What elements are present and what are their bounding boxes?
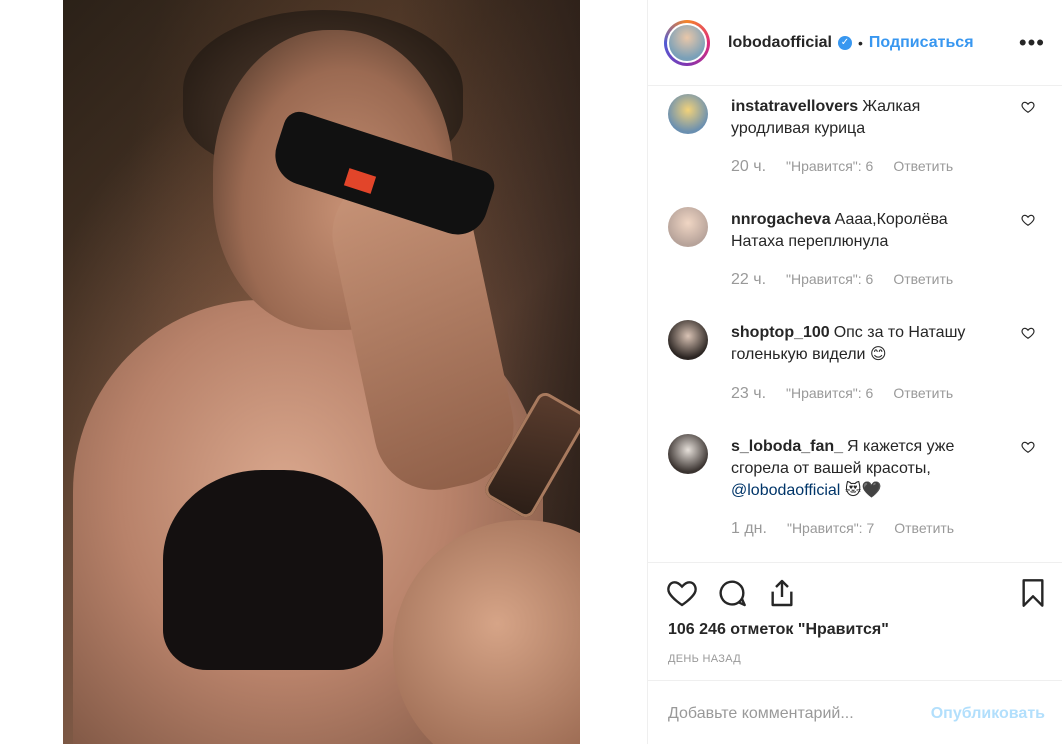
comment-input[interactable]: Добавьте комментарий... (668, 705, 854, 723)
comment-likes[interactable]: "Нравится": 6 (786, 271, 873, 289)
more-options-icon[interactable]: ••• (1019, 30, 1045, 56)
comment-avatar[interactable] (668, 320, 708, 360)
reply-button[interactable]: Ответить (893, 271, 953, 289)
comment-meta: 20 ч. "Нравится": 6 Ответить (731, 158, 953, 176)
like-comment-heart-icon[interactable] (1021, 440, 1035, 454)
comment-likes[interactable]: "Нравится": 6 (786, 158, 873, 176)
reply-button[interactable]: Ответить (893, 158, 953, 176)
post-actions-bar: 106 246 отметок "Нравится" ДЕНЬ НАЗАД (648, 562, 1062, 681)
post-side-panel: lobodaofficial ✓ • Подписаться ••• insta… (647, 0, 1062, 744)
author-avatar[interactable] (664, 19, 710, 66)
comment-meta: 1 дн. "Нравится": 7 Ответить (731, 520, 954, 538)
left-gutter (0, 0, 63, 744)
comment-text: nnrogacheva Аааа,Королёва Натаха переплюн… (731, 209, 1001, 253)
reply-button[interactable]: Ответить (893, 385, 953, 403)
like-heart-icon[interactable] (666, 577, 698, 609)
reply-button[interactable]: Ответить (894, 520, 954, 538)
like-comment-heart-icon[interactable] (1021, 100, 1035, 114)
comment-time[interactable]: 20 ч. (731, 158, 766, 176)
comment-username[interactable]: shoptop_100 (731, 324, 830, 341)
add-comment-bar: Добавьте комментарий... Опубликовать (648, 680, 1062, 744)
comment-meta: 23 ч. "Нравится": 6 Ответить (731, 385, 953, 403)
comment-avatar[interactable] (668, 207, 708, 247)
post-date[interactable]: ДЕНЬ НАЗАД (668, 653, 741, 665)
comment-likes[interactable]: "Нравится": 7 (787, 520, 874, 538)
share-icon[interactable] (766, 577, 798, 609)
verified-badge-icon: ✓ (838, 35, 852, 50)
comment-username[interactable]: instatravellovers (731, 98, 858, 115)
comments-list[interactable]: instatravellovers Жалкая уродливая курица… (648, 86, 1062, 562)
comment-text: instatravellovers Жалкая уродливая курица (731, 96, 1001, 140)
comment-text: s_loboda_fan_ Я кажется уже сгорела от ва… (731, 436, 1001, 502)
comment-avatar[interactable] (668, 94, 708, 134)
publish-button[interactable]: Опубликовать (931, 705, 1045, 723)
comment-username[interactable]: s_loboda_fan_ (731, 438, 843, 455)
comment-time[interactable]: 1 дн. (731, 520, 767, 538)
author-username[interactable]: lobodaofficial (728, 34, 832, 52)
comment-time[interactable]: 23 ч. (731, 385, 766, 403)
photo-bra (163, 470, 383, 670)
comment-mention-link[interactable]: @lobodaofficial (731, 482, 840, 499)
post-photo[interactable] (63, 0, 580, 744)
comment-text: shoptop_100 Опс за то Наташу голенькую ви… (731, 322, 1001, 366)
follow-button[interactable]: Подписаться (869, 34, 974, 52)
author-avatar-image (667, 22, 707, 63)
comment-emoji: 😻🖤 (844, 482, 882, 499)
header-separator: • (858, 34, 863, 51)
like-comment-heart-icon[interactable] (1021, 213, 1035, 227)
post-header: lobodaofficial ✓ • Подписаться ••• (648, 0, 1062, 86)
comment-avatar[interactable] (668, 434, 708, 474)
likes-count[interactable]: 106 246 отметок "Нравится" (668, 621, 889, 639)
comment-meta: 22 ч. "Нравится": 6 Ответить (731, 271, 953, 289)
comment-likes[interactable]: "Нравится": 6 (786, 385, 873, 403)
save-bookmark-icon[interactable] (1017, 577, 1049, 609)
comment-bubble-icon[interactable] (716, 577, 748, 609)
like-comment-heart-icon[interactable] (1021, 326, 1035, 340)
comment-username[interactable]: nnrogacheva (731, 211, 831, 228)
comment-time[interactable]: 22 ч. (731, 271, 766, 289)
